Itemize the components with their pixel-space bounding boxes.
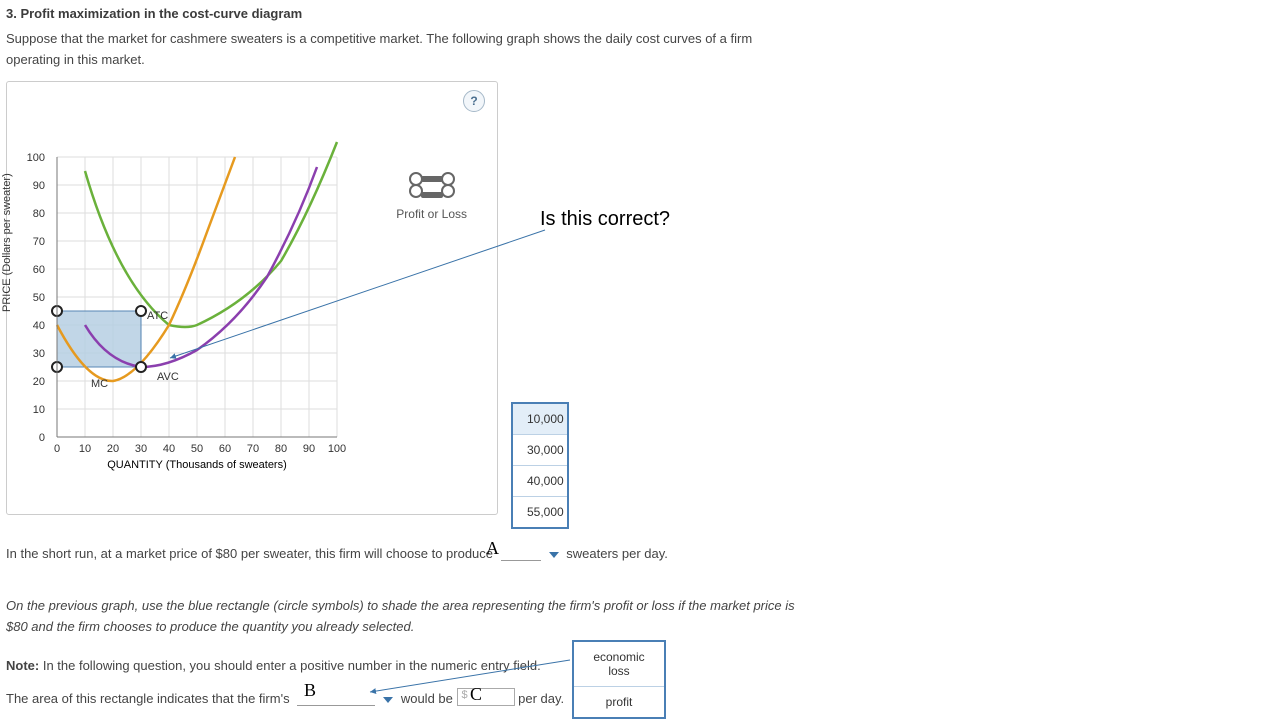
chevron-down-icon[interactable] [383, 697, 393, 703]
svg-text:50: 50 [33, 292, 45, 304]
shade-tool[interactable]: Profit or Loss [396, 172, 467, 221]
option-55000[interactable]: 55,000 [513, 497, 567, 527]
rect-handle-tr[interactable] [136, 306, 146, 316]
svg-text:80: 80 [275, 443, 287, 455]
rect-handle-br[interactable] [136, 362, 146, 372]
shade-tool-label: Profit or Loss [396, 207, 467, 221]
x-ticks: 0 10 20 30 40 50 60 70 80 90 100 [54, 443, 346, 455]
svg-text:70: 70 [33, 236, 45, 248]
dropdown-b-options[interactable]: economic loss profit [572, 640, 666, 719]
annotation-letter-a: A [486, 538, 499, 559]
svg-text:0: 0 [54, 443, 60, 455]
svg-text:60: 60 [219, 443, 231, 455]
option-10000[interactable]: 10,000 [513, 404, 567, 435]
dropdown-a-options[interactable]: 10,000 30,000 40,000 55,000 [511, 402, 569, 529]
option-40000[interactable]: 40,000 [513, 466, 567, 497]
graph-panel: ? Profit or Loss PRICE (Dollars per swea… [6, 81, 498, 515]
option-profit[interactable]: profit [574, 687, 664, 717]
svg-text:30: 30 [135, 443, 147, 455]
avc-label: AVC [157, 371, 179, 383]
svg-text:90: 90 [303, 443, 315, 455]
svg-text:50: 50 [191, 443, 203, 455]
svg-text:70: 70 [247, 443, 259, 455]
x-axis-label: QUANTITY (Thousands of sweaters) [107, 459, 287, 471]
atc-label: ATC [147, 310, 168, 322]
prompt-q2: On the previous graph, use the blue rect… [6, 596, 796, 638]
svg-text:100: 100 [27, 152, 45, 164]
svg-text:30: 30 [33, 348, 45, 360]
y-axis-label: PRICE (Dollars per sweater) [1, 173, 13, 312]
svg-text:40: 40 [33, 320, 45, 332]
svg-text:10: 10 [79, 443, 91, 455]
question-intro: Suppose that the market for cashmere swe… [0, 21, 776, 71]
svg-text:10: 10 [33, 404, 45, 416]
prompt-q1: In the short run, at a market price of $… [6, 546, 668, 561]
svg-text:0: 0 [39, 432, 45, 444]
mc-label: MC [91, 378, 108, 390]
svg-text:100: 100 [328, 443, 346, 455]
profit-loss-rectangle[interactable] [57, 311, 141, 367]
svg-text:80: 80 [33, 208, 45, 220]
svg-text:60: 60 [33, 264, 45, 276]
option-30000[interactable]: 30,000 [513, 435, 567, 466]
y-ticks: 0 10 20 30 40 50 60 70 80 90 100 [27, 152, 45, 444]
annotation-letter-b: B [304, 680, 316, 701]
question-title: 3. Profit maximization in the cost-curve… [0, 0, 1280, 21]
option-economic-loss[interactable]: economic loss [574, 642, 664, 687]
annotation-question: Is this correct? [540, 208, 670, 231]
svg-text:20: 20 [107, 443, 119, 455]
chevron-down-icon[interactable] [549, 552, 559, 558]
atc-curve [85, 142, 337, 327]
help-icon[interactable]: ? [463, 90, 485, 112]
svg-text:90: 90 [33, 180, 45, 192]
cost-curve-chart[interactable]: ATC AVC MC 010 2030 4050 6070 8090 100 0… [7, 82, 497, 514]
gridlines [57, 157, 337, 437]
svg-text:40: 40 [163, 443, 175, 455]
svg-text:20: 20 [33, 376, 45, 388]
note-line: Note: In the following question, you sho… [6, 658, 541, 673]
annotation-letter-c: C [470, 684, 482, 705]
dropdown-a[interactable] [501, 546, 541, 561]
numeric-entry-c[interactable]: $ [457, 688, 515, 706]
